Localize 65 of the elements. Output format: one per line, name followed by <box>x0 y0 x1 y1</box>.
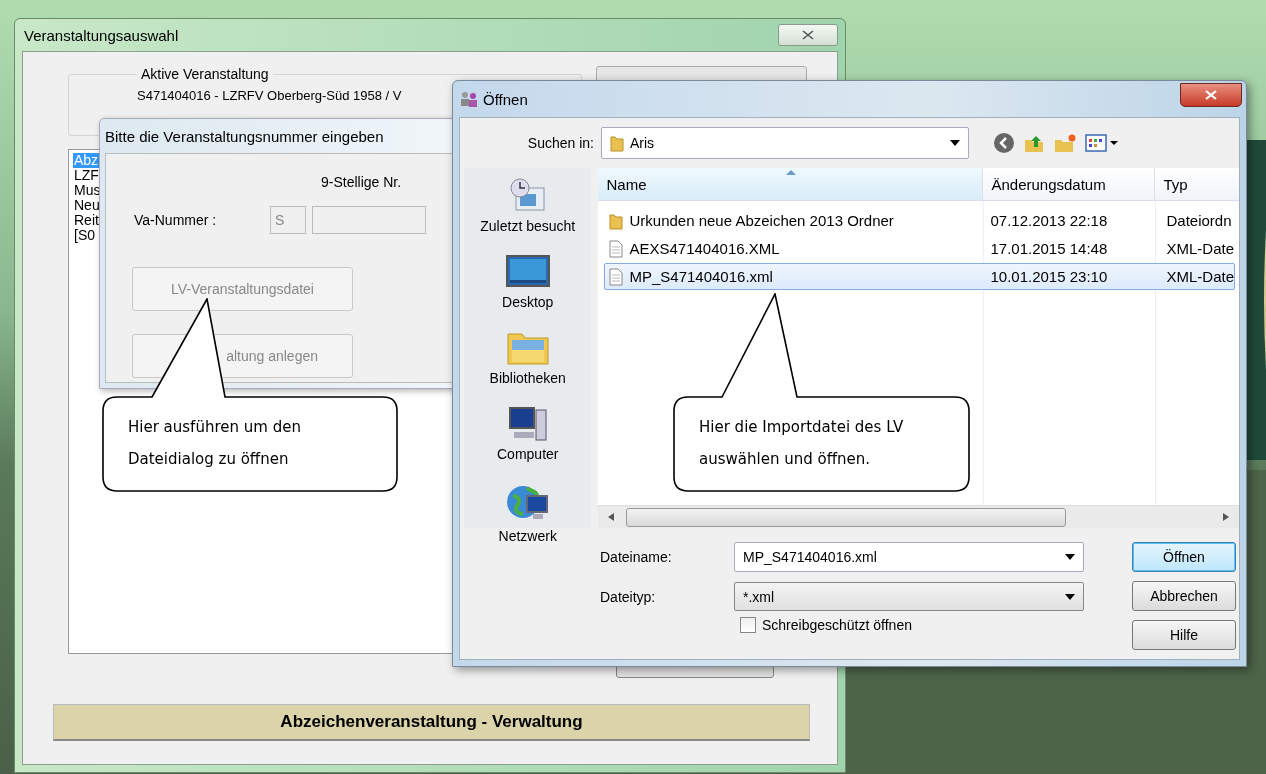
list-item[interactable]: Reit <box>73 213 100 228</box>
dialog-button[interactable]: Abbrechen <box>1132 581 1236 611</box>
list-item[interactable]: LZF <box>73 168 100 183</box>
document-icon <box>609 267 624 286</box>
file-date: 07.12.2013 22:18 <box>989 212 1109 229</box>
folder-icon <box>609 211 624 230</box>
new-folder-icon[interactable] <box>1053 132 1077 154</box>
file-date: 17.01.2015 14:48 <box>989 240 1109 257</box>
place-item[interactable]: Desktop <box>502 252 554 310</box>
list-item[interactable]: [S0 <box>73 228 96 243</box>
column-header[interactable]: Name <box>598 168 984 200</box>
active-event-text: S471404016 - LZRFV Oberberg-Süd 1958 / V <box>137 88 402 105</box>
file-name: AEXS471404016.XML <box>629 240 780 257</box>
dialog-title: Bitte die Veranstaltungsnummer eingeben <box>105 127 384 145</box>
list-item[interactable]: Neu <box>73 198 101 213</box>
window-title: Veranstaltungsauswahl <box>24 26 179 44</box>
column-header[interactable]: Änderungsdatum <box>983 168 1156 200</box>
management-button[interactable]: Abzeichenveranstaltung - Verwaltung <box>53 704 810 741</box>
callout-text: Hier ausführen um den Dateidialog zu öffnen <box>128 417 301 470</box>
file-row[interactable]: Urkunden neue Abzeichen 2013 Ordner 07.12.2013 22:18 Dateiordn <box>604 207 1235 234</box>
file-name-label: Dateiname: <box>600 549 673 565</box>
look-in-label: Suchen in: <box>526 135 594 151</box>
file-row[interactable]: AEXS471404016.XML 17.01.2015 14:48 XML-Date <box>604 235 1235 262</box>
file-type: Dateiordn <box>1165 212 1232 229</box>
view-menu-icon[interactable] <box>1085 133 1119 153</box>
close-button[interactable] <box>1180 83 1242 107</box>
callout-text: Hier die Importdatei des LV auswählen und öffnen. <box>699 417 904 470</box>
dialog-button[interactable]: Öffnen <box>1132 542 1236 572</box>
caret-icon <box>1065 593 1075 600</box>
folder-icon <box>610 134 624 152</box>
group-label: Aktive Veranstaltung <box>140 66 270 82</box>
list-item[interactable]: Mus <box>73 183 102 198</box>
checkbox[interactable] <box>740 617 756 633</box>
dialog-title: Öffnen <box>483 90 528 108</box>
file-type: XML-Date <box>1165 240 1234 257</box>
file-type-label: Dateityp: <box>600 588 657 605</box>
caret-icon <box>1065 554 1075 560</box>
sort-arrow-icon <box>786 170 797 175</box>
file-row[interactable]: MP_S471404016.xml 10.01.2015 23:10 XML-Date <box>604 263 1235 290</box>
horizontal-scrollbar[interactable] <box>598 505 1239 528</box>
file-type: XML-Date <box>1165 268 1234 285</box>
close-icon <box>802 30 814 40</box>
place-item[interactable]: Netzwerk <box>498 480 557 544</box>
place-item[interactable]: Zuletzt besucht <box>480 176 576 234</box>
place-item[interactable]: Computer <box>497 404 559 462</box>
file-name: Urkunden neue Abzeichen 2013 Ordner <box>629 212 894 229</box>
scroll-left-icon[interactable] <box>608 513 615 521</box>
number-field[interactable] <box>312 206 426 234</box>
field-label: Va-Nummer : <box>134 212 218 228</box>
file-name: MP_S471404016.xml <box>629 268 773 285</box>
file-type-dropdown[interactable]: *.xml <box>734 582 1084 611</box>
place-item[interactable]: Bibliotheken <box>489 328 566 386</box>
scroll-right-icon[interactable] <box>1223 513 1229 521</box>
document-icon <box>609 239 624 258</box>
file-date: 10.01.2015 23:10 <box>989 268 1109 285</box>
file-name-field[interactable]: MP_S471404016.xml <box>734 542 1084 572</box>
back-icon[interactable] <box>993 132 1015 154</box>
look-in-dropdown[interactable]: Aris <box>601 127 969 159</box>
caret-icon <box>950 140 960 146</box>
people-icon <box>459 90 479 108</box>
column-header[interactable]: Typ <box>1155 168 1239 200</box>
hint-label: 9-Stellige Nr. <box>321 174 402 190</box>
close-icon <box>1205 90 1217 100</box>
checkbox-label: Schreibgeschützt öffnen <box>762 617 912 633</box>
dialog-button[interactable]: Hilfe <box>1132 620 1236 650</box>
